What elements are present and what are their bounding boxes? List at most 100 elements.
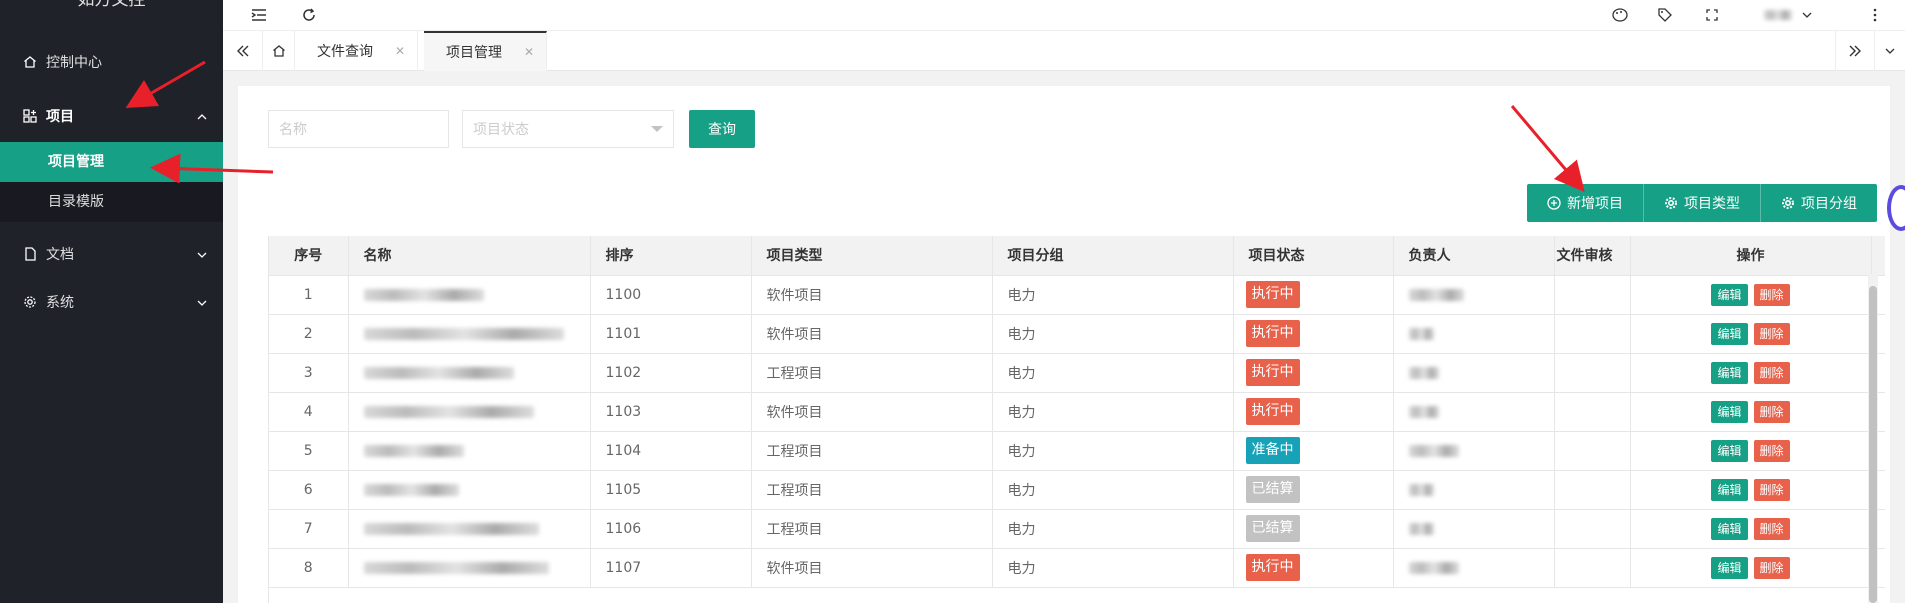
table-body: 1 1100 软件项目 电力 执行中 编辑 删除 2 1101 软件项目 电力 执行中 编辑 删除 3 110… — [269, 275, 1885, 603]
menu-toggle-icon[interactable] — [247, 0, 271, 30]
cell-owner — [1393, 509, 1555, 549]
status-select-placeholder: 项目状态 — [473, 122, 529, 138]
sidebar-item-dashboard[interactable]: 控制中心 — [0, 34, 223, 90]
redacted-name — [363, 327, 564, 340]
name-search-input[interactable]: 名称 — [268, 110, 449, 148]
name-input-placeholder: 名称 — [279, 122, 307, 138]
column-header[interactable]: 负责人 — [1393, 236, 1555, 276]
tag-icon[interactable] — [1653, 0, 1677, 30]
column-header[interactable]: 操作 — [1630, 236, 1872, 276]
column-header[interactable]: 文件审核 — [1554, 236, 1631, 276]
cell-type: 软件项目 — [751, 275, 993, 315]
avatar[interactable] — [1758, 0, 1798, 30]
column-header[interactable]: 项目分组 — [992, 236, 1234, 276]
column-header[interactable]: 项目类型 — [751, 236, 993, 276]
project-group-label: 项目分组 — [1801, 196, 1857, 212]
delete-button[interactable]: 删除 — [1753, 322, 1790, 345]
delete-button[interactable]: 删除 — [1753, 400, 1790, 423]
tab-file-query[interactable]: 文件查询 ✕ — [295, 31, 419, 71]
cell-actions: 编辑 删除 — [1630, 509, 1872, 549]
theme-icon[interactable] — [1608, 0, 1632, 30]
cell-status: 准备中 — [1233, 431, 1394, 471]
sidebar-item-project-management[interactable]: 项目管理 — [0, 142, 223, 182]
edit-button[interactable]: 编辑 — [1711, 517, 1748, 540]
tab-menu-chevron-icon[interactable] — [1875, 31, 1905, 71]
close-icon[interactable]: ✕ — [395, 44, 405, 58]
cell-review — [1554, 275, 1631, 315]
search-form: 名称 项目状态 查询 — [268, 110, 755, 148]
cell-actions: 编辑 删除 — [1630, 431, 1872, 471]
chevron-down-icon — [197, 246, 207, 262]
more-icon[interactable] — [1863, 0, 1887, 30]
cell-status: 执行中 — [1233, 314, 1394, 354]
tab-home-icon[interactable] — [263, 31, 295, 71]
column-header[interactable]: 名称 — [348, 236, 591, 276]
cell-review — [1554, 314, 1631, 354]
refresh-icon[interactable] — [297, 0, 321, 30]
status-badge: 执行中 — [1245, 398, 1300, 425]
cell-owner — [1393, 314, 1555, 354]
redacted-owner — [1408, 444, 1459, 457]
column-header[interactable]: 序号 — [269, 236, 349, 276]
cell-sort: 1101 — [590, 314, 752, 354]
sidebar-item-directory-template[interactable]: 目录模版 — [0, 182, 223, 222]
edit-button[interactable]: 编辑 — [1711, 556, 1748, 579]
edit-button[interactable]: 编辑 — [1711, 439, 1748, 462]
table-scrollbar[interactable] — [1868, 274, 1878, 603]
chevron-down-icon[interactable] — [1795, 0, 1819, 30]
edit-button[interactable]: 编辑 — [1711, 478, 1748, 501]
cell-sort: 1103 — [590, 392, 752, 432]
table-header-row: 序号 名称 排序 项目类型 项目分组 项目状态 负责人 文件审核 操作 — [269, 236, 1885, 276]
status-badge: 已结算 — [1245, 515, 1300, 542]
delete-button[interactable]: 删除 — [1753, 556, 1790, 579]
sidebar-item-project[interactable]: 项目 — [0, 90, 223, 142]
redacted-owner — [1408, 405, 1439, 418]
cell-type: 工程项目 — [751, 470, 993, 510]
project-group-button[interactable]: 项目分组 — [1761, 184, 1877, 222]
query-button[interactable]: 查询 — [689, 110, 755, 148]
delete-button[interactable]: 删除 — [1753, 283, 1790, 306]
tab-scroll-right-icon[interactable] — [1835, 31, 1875, 71]
edit-button[interactable]: 编辑 — [1711, 322, 1748, 345]
gear-icon — [22, 294, 38, 310]
sidebar-item-document[interactable]: 文档 — [0, 222, 223, 286]
project-table: 序号 名称 排序 项目类型 项目分组 项目状态 负责人 文件审核 操作 1 110… — [268, 236, 1885, 603]
delete-button[interactable]: 删除 — [1753, 517, 1790, 540]
cell-owner — [1393, 392, 1555, 432]
cell-type: 软件项目 — [751, 548, 993, 588]
cell-type: 工程项目 — [751, 431, 993, 471]
redacted-owner — [1408, 561, 1459, 574]
cell-sort: 1104 — [590, 431, 752, 471]
redacted-owner — [1408, 288, 1464, 301]
delete-button[interactable]: 删除 — [1753, 361, 1790, 384]
edit-button[interactable]: 编辑 — [1711, 361, 1748, 384]
cell-group: 电力 — [992, 275, 1234, 315]
close-icon[interactable]: ✕ — [524, 45, 534, 59]
action-toolbar: 新增项目 项目类型 项目分组 — [1527, 184, 1877, 222]
tab-project-management[interactable]: 项目管理 ✕ — [424, 31, 548, 71]
column-header[interactable]: 排序 — [590, 236, 752, 276]
cell-review — [1554, 509, 1631, 549]
edit-button[interactable]: 编辑 — [1711, 400, 1748, 423]
cell-sort: 1102 — [590, 353, 752, 393]
status-select[interactable]: 项目状态 — [462, 110, 674, 148]
fullscreen-icon[interactable] — [1700, 0, 1724, 30]
table-row: 6 1105 工程项目 电力 已结算 编辑 删除 — [269, 470, 1885, 510]
redacted-name — [363, 405, 534, 418]
sidebar-item-label: 控制中心 — [46, 55, 102, 71]
delete-button[interactable]: 删除 — [1753, 439, 1790, 462]
delete-button[interactable]: 删除 — [1753, 478, 1790, 501]
column-header[interactable]: 项目状态 — [1233, 236, 1394, 276]
tab-bar: 文件查询 ✕ 项目管理 ✕ — [223, 30, 1905, 71]
scrollbar-thumb[interactable] — [1869, 286, 1877, 603]
cell-owner — [1393, 431, 1555, 471]
cell-group: 电力 — [992, 314, 1234, 354]
project-type-button[interactable]: 项目类型 — [1644, 184, 1761, 222]
edit-button[interactable]: 编辑 — [1711, 283, 1748, 306]
tab-scroll-left-icon[interactable] — [223, 31, 263, 71]
cell-no: 6 — [269, 470, 349, 510]
sidebar-item-system[interactable]: 系统 — [0, 286, 223, 318]
sidebar-item-label: 系统 — [46, 295, 74, 311]
cell-review — [1554, 353, 1631, 393]
add-project-button[interactable]: 新增项目 — [1527, 184, 1644, 222]
